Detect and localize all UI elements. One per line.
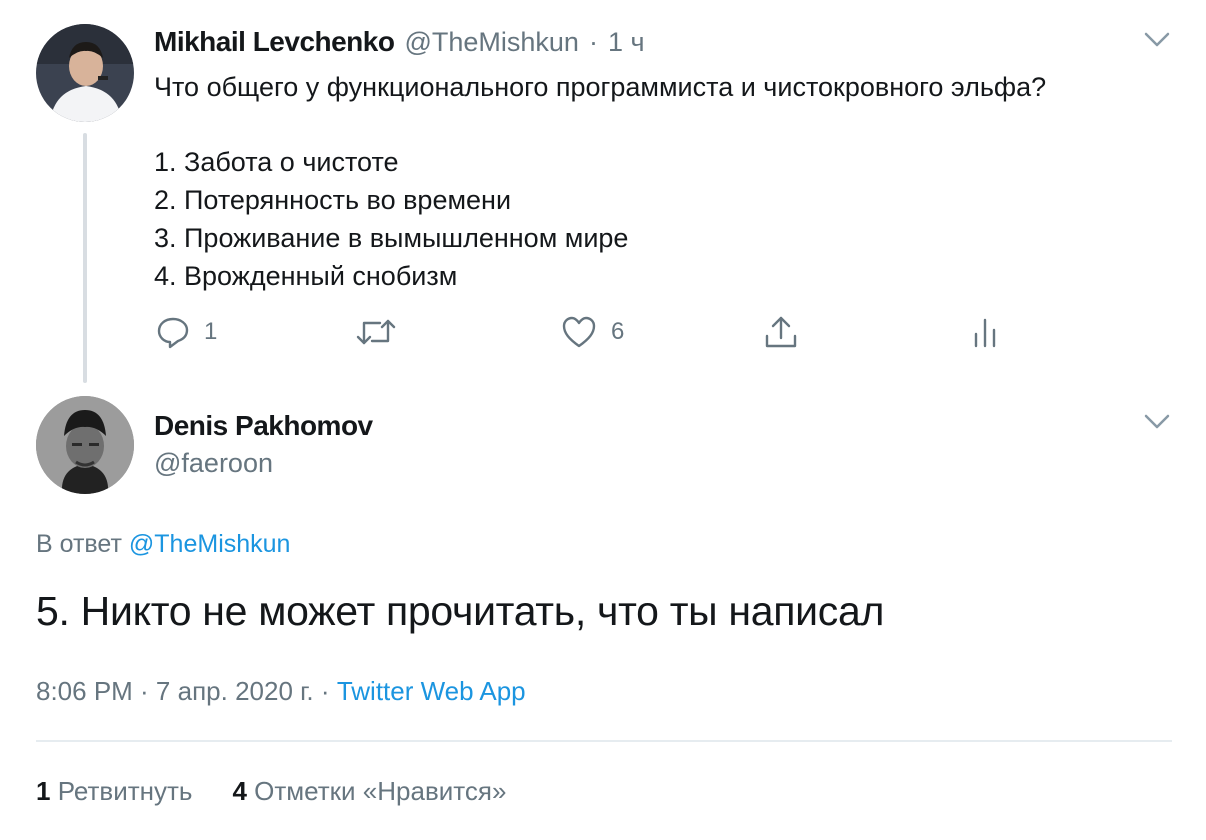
- share-icon: [765, 316, 797, 348]
- tweet-source-link[interactable]: Twitter Web App: [337, 676, 526, 706]
- tweet2-text: 5. Никто не может прочитать, что ты напи…: [36, 588, 885, 634]
- tweet1-header: Mikhail Levchenko @TheMishkun · 1 ч: [154, 26, 645, 58]
- tweet-timestamp[interactable]: 8:06 PM · 7 апр. 2020 г.: [36, 676, 314, 706]
- retweet-action[interactable]: [356, 315, 410, 349]
- tweet-meta: 8:06 PM · 7 апр. 2020 г. · Twitter Web A…: [36, 676, 526, 707]
- divider: [36, 740, 1172, 742]
- author-handle[interactable]: @faeroon: [154, 448, 273, 479]
- share-action[interactable]: [763, 314, 799, 350]
- author-name[interactable]: Denis Pakhomov: [154, 410, 373, 442]
- author-name[interactable]: Mikhail Levchenko: [154, 26, 395, 58]
- retweets-count: 1: [36, 776, 51, 806]
- heart-icon: [562, 316, 596, 348]
- reply-action[interactable]: 1: [156, 315, 217, 349]
- avatar-mikhail[interactable]: [36, 24, 134, 122]
- analytics-icon: [974, 318, 996, 348]
- thread-line: [83, 133, 87, 383]
- tweet1-list-item: 1. Забота о чистоте: [154, 147, 399, 177]
- analytics-action[interactable]: [970, 316, 1000, 350]
- tweet1-list-item: 2. Потерянность во времени: [154, 185, 512, 215]
- author-handle[interactable]: @TheMishkun: [404, 27, 578, 58]
- likes-count: 4: [232, 776, 247, 806]
- tweet1-list-item: 3. Проживание в вымышленном мире: [154, 223, 629, 253]
- like-count: 6: [611, 318, 625, 345]
- like-action[interactable]: 6: [561, 315, 624, 349]
- tweet1-question: Что общего у функционального программист…: [154, 72, 1047, 102]
- separator-dot: ·: [320, 676, 330, 706]
- retweets-label: Ретвитнуть: [57, 776, 193, 806]
- likes-stat[interactable]: 4 Отметки «Нравится»: [232, 776, 506, 807]
- tweet1-list-item: 4. Врожденный снобизм: [154, 261, 458, 291]
- chevron-down-icon[interactable]: [1143, 30, 1171, 50]
- tweet-stats: 1 Ретвитнуть 4 Отметки «Нравится»: [36, 776, 506, 807]
- reply-prefix: В ответ: [36, 530, 122, 558]
- reply-icon: [157, 317, 189, 349]
- avatar-denis[interactable]: [36, 396, 134, 494]
- retweets-stat[interactable]: 1 Ретвитнуть: [36, 776, 192, 807]
- tweet-time[interactable]: 1 ч: [608, 27, 645, 58]
- reply-to-link[interactable]: @TheMishkun: [129, 530, 291, 558]
- retweet-icon: [356, 319, 396, 345]
- reply-count: 1: [204, 318, 218, 345]
- separator-dot: ·: [588, 27, 598, 57]
- chevron-down-icon[interactable]: [1143, 412, 1171, 432]
- likes-label: Отметки «Нравится»: [254, 776, 507, 806]
- reply-context: В ответ @TheMishkun: [36, 530, 290, 559]
